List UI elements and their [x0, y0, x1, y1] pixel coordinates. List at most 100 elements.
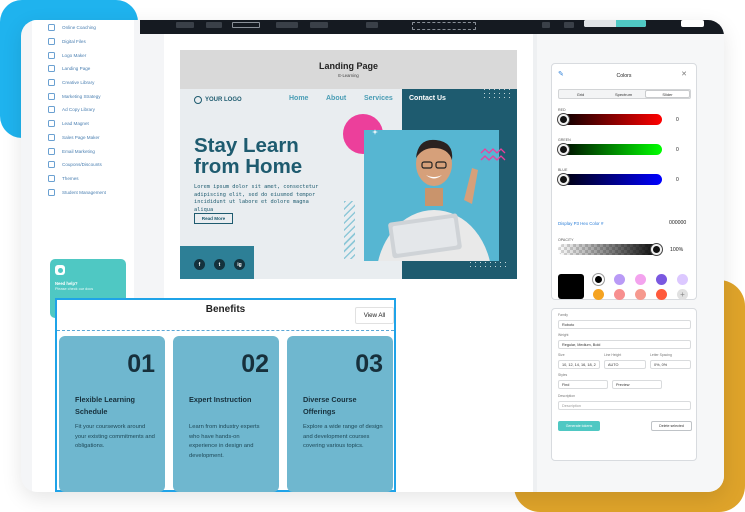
opacity-value[interactable]: 100% [670, 247, 683, 253]
sidebar-item-sales-page-maker[interactable]: Sales Page Maker [32, 131, 134, 145]
toolbar-item[interactable] [206, 22, 222, 28]
sidebar-item-marketing-strategy[interactable]: Marketing Strategy [32, 89, 134, 103]
sidebar-item-label: Online Coaching [62, 25, 96, 31]
swatch-lavender[interactable] [614, 274, 625, 285]
preview-title: Landing Page [318, 61, 378, 71]
styles-find-field[interactable]: Find [558, 380, 608, 389]
toolbar-item[interactable] [310, 22, 328, 28]
swatch-black[interactable] [593, 274, 604, 285]
landing-preview[interactable]: Landing Page E-Learning YOUR LOGO Home A… [180, 50, 517, 279]
tab-spectrum[interactable]: Spectrum [602, 90, 645, 98]
stripe-decoration [344, 201, 355, 259]
hero-headline: Stay Learn from Home [194, 135, 344, 177]
description-field[interactable]: Description [558, 401, 691, 410]
nav-services[interactable]: Services [364, 95, 393, 102]
weight-field[interactable]: Regular, Medium, Bold [558, 340, 691, 349]
swatch-light-purple[interactable] [677, 274, 688, 285]
toolbar-tools[interactable] [412, 22, 476, 30]
toolbar-item[interactable] [564, 22, 574, 28]
swatch-orange[interactable] [593, 289, 604, 300]
tab-grid[interactable]: Grid [559, 90, 602, 98]
sidebar-item-ad-copy-library[interactable]: Ad Copy Library [32, 103, 134, 117]
typography-panel[interactable]: Family Roboto Weight Regular, Medium, Bo… [551, 308, 697, 461]
toolbar-item[interactable] [232, 22, 260, 28]
swatch-coral[interactable] [635, 289, 646, 300]
blue-slider[interactable] [558, 174, 662, 185]
sidebar-item-coupons[interactable]: Coupons/Discounts [32, 158, 134, 172]
red-value[interactable]: 0 [676, 117, 679, 123]
sidebar-item-student-management[interactable]: Student Management [32, 185, 134, 199]
description-label: Description [558, 394, 575, 398]
share-button[interactable] [681, 20, 704, 27]
headline-line-2: from Home [194, 155, 303, 178]
sidebar-item-email-marketing[interactable]: Email Marketing [32, 144, 134, 158]
opacity-slider[interactable] [558, 244, 662, 255]
benefits-section[interactable]: Benefits View All 01 Flexible Learning S… [55, 298, 396, 492]
sidebar-item-themes[interactable]: Themes [32, 172, 134, 186]
blue-value[interactable]: 0 [676, 177, 679, 183]
green-slider[interactable] [558, 144, 662, 155]
view-all-button[interactable]: View All [355, 307, 394, 324]
hex-value[interactable]: 000000 [669, 220, 686, 226]
letter-spacing-field[interactable]: 0%, 0% [650, 360, 691, 369]
toolbar-item[interactable] [366, 22, 378, 28]
sidebar-item-label: Lead Magnet [62, 121, 89, 127]
sidebar-item-creative-library[interactable]: Creative Library [32, 76, 134, 90]
opacity-slider-handle[interactable] [651, 244, 662, 255]
family-field[interactable]: Roboto [558, 320, 691, 329]
students-icon [48, 188, 55, 196]
read-more-button[interactable]: Read More [194, 213, 233, 224]
color-mode-tabs: Grid Spectrum Slider [558, 89, 691, 99]
size-field[interactable]: 10, 12, 14, 16, 18, 2 [558, 360, 600, 369]
tab-slider[interactable]: Slider [645, 90, 690, 98]
sidebar-item-digital-files[interactable]: Digital Files [32, 35, 134, 49]
nav-about[interactable]: About [326, 95, 346, 102]
colors-panel[interactable]: ✎ Colors ✕ Grid Spectrum Slider RED 0 GR… [551, 63, 697, 300]
sidebar-item-label: Logo Maker [62, 52, 87, 58]
nav-contact[interactable]: Contact Us [409, 95, 446, 102]
swatch-salmon[interactable] [614, 289, 625, 300]
generate-tokens-button[interactable]: Generate tokens [558, 421, 600, 431]
toolbar-item[interactable] [276, 22, 298, 28]
sidebar-menu: Online Coaching Digital Files Logo Maker… [32, 20, 134, 199]
twitter-icon[interactable]: t [214, 259, 225, 270]
hex-label: Display P3 Hex Color # [558, 221, 604, 226]
hero-photo [364, 130, 499, 261]
library-icon [48, 79, 55, 87]
swatch-purple[interactable] [656, 274, 667, 285]
instagram-icon[interactable]: ig [234, 259, 245, 270]
styles-preview-field[interactable]: Preview [612, 380, 662, 389]
swatch-pink[interactable] [635, 274, 646, 285]
weight-label: Weight [558, 333, 569, 337]
close-icon[interactable]: ✕ [681, 70, 687, 78]
sidebar-item-label: Digital Files [62, 39, 86, 45]
benefit-card[interactable]: 01 Flexible Learning Schedule Fit your c… [59, 336, 165, 492]
toolbar-item[interactable] [176, 22, 194, 28]
red-slider[interactable] [558, 114, 662, 125]
green-slider-handle[interactable] [558, 144, 569, 155]
facebook-icon[interactable]: f [194, 259, 205, 270]
sidebar-item-landing-page[interactable]: Landing Page [32, 62, 134, 76]
sidebar-item-online-coaching[interactable]: Online Coaching [32, 21, 134, 35]
delete-selected-button[interactable]: Delete selected [651, 421, 692, 431]
sidebar-item-logo-maker[interactable]: Logo Maker [32, 48, 134, 62]
swatch-red-orange[interactable] [656, 289, 667, 300]
benefit-card[interactable]: 03 Diverse Course Offerings Explore a wi… [287, 336, 393, 492]
headline-line-1: Stay Learn [194, 134, 299, 157]
benefit-description: Fit your coursework around your existing… [75, 424, 155, 450]
preview-toggle[interactable] [584, 20, 646, 27]
toolbar-item[interactable] [542, 22, 550, 28]
dot-pattern-top [484, 89, 514, 101]
benefit-card[interactable]: 02 Expert Instruction Learn from industr… [173, 336, 279, 492]
sidebar-item-lead-magnet[interactable]: Lead Magnet [32, 117, 134, 131]
red-slider-handle[interactable] [558, 114, 569, 125]
dot-pattern-bottom [470, 262, 510, 270]
nav-home[interactable]: Home [289, 95, 308, 102]
blue-slider-handle[interactable] [558, 174, 569, 185]
add-swatch-icon[interactable]: + [677, 289, 688, 300]
line-height-field[interactable]: AUTO [604, 360, 646, 369]
copy-icon [48, 106, 55, 114]
sales-icon [48, 133, 55, 141]
site-logo[interactable]: YOUR LOGO [194, 96, 242, 104]
green-value[interactable]: 0 [676, 147, 679, 153]
